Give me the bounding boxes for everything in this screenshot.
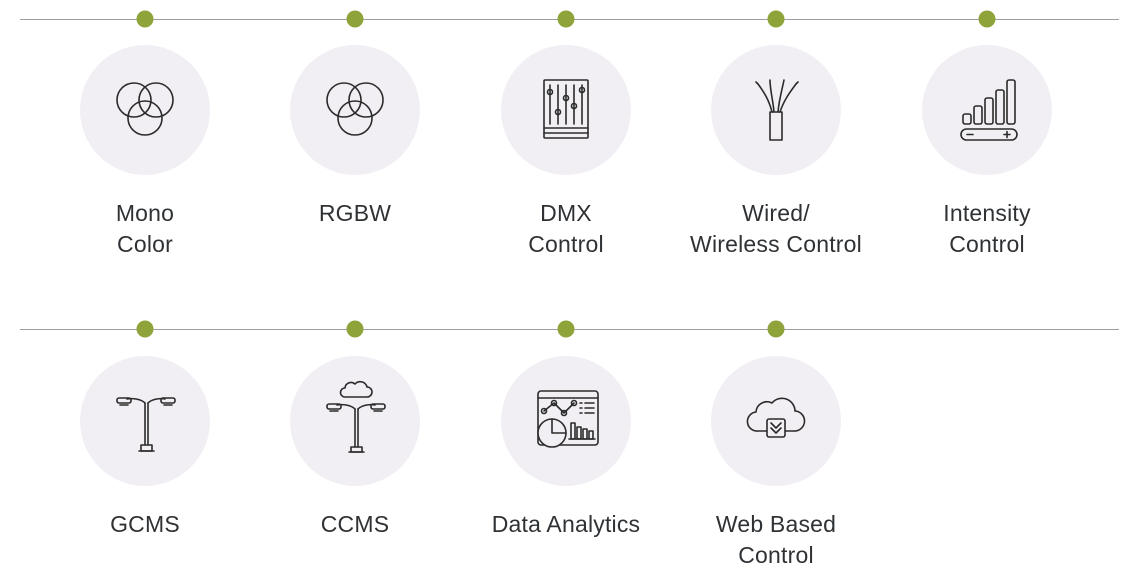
feature-label-line: Control [528, 231, 604, 257]
timeline-dot [346, 10, 364, 28]
feature-label-line: CCMS [320, 511, 390, 537]
signal-bars-icon [960, 79, 1018, 141]
feature-label-line: Mono [115, 200, 175, 226]
feature-label: Intensity Control [877, 198, 1097, 260]
feature-dmx-control: DMX Control [456, 45, 676, 260]
feature-intensity-control: Intensity Control [877, 45, 1097, 260]
overlapping-circles-icon [326, 82, 384, 136]
feature-icon-circle [80, 45, 210, 175]
feature-gcms: GCMS [35, 356, 255, 540]
feature-web-based-control: Web Based Control [666, 356, 886, 571]
feature-icon-circle [922, 45, 1052, 175]
feature-data-analytics: Data Analytics [456, 356, 676, 540]
feature-label: Data Analytics [456, 509, 676, 540]
feature-label-line: Web Based [715, 511, 837, 537]
feature-label-line: Control [738, 542, 814, 568]
timeline-dot [978, 10, 996, 28]
timeline-dot [767, 320, 785, 338]
cloud-download-icon [746, 397, 806, 438]
feature-label-line: Intensity [943, 200, 1031, 226]
feature-icon-circle [711, 356, 841, 486]
feature-rgbw: RGBW [245, 45, 465, 229]
overlapping-circles-icon [116, 82, 174, 136]
timeline-dot [767, 10, 785, 28]
feature-label: Mono Color [35, 198, 255, 260]
feature-label: Wired/ Wireless Control [666, 198, 886, 260]
timeline-dot [136, 320, 154, 338]
cable-wires-icon [755, 79, 799, 141]
feature-label: RGBW [245, 198, 465, 229]
cloud-street-lamp-icon [326, 380, 386, 453]
feature-label-line: Wireless Control [690, 231, 862, 257]
feature-label: GCMS [35, 509, 255, 540]
feature-label: Web Based Control [666, 509, 886, 571]
feature-icon-circle [290, 356, 420, 486]
feature-label-line: Control [949, 231, 1025, 257]
feature-label-line: RGBW [318, 200, 392, 226]
feature-label: CCMS [245, 509, 465, 540]
feature-icon-circle [290, 45, 420, 175]
street-lamp-icon [116, 397, 176, 452]
feature-wired-wireless-control: Wired/ Wireless Control [666, 45, 886, 260]
analytics-dashboard-icon [537, 390, 599, 448]
feature-label-line: Color [117, 231, 173, 257]
timeline-dot [557, 10, 575, 28]
feature-icon-circle [501, 356, 631, 486]
feature-mono-color: Mono Color [35, 45, 255, 260]
feature-label-line: Data Analytics [491, 511, 641, 537]
feature-label-line: Wired/ [742, 200, 810, 226]
feature-label-line: DMX [540, 200, 592, 226]
timeline-dot [557, 320, 575, 338]
feature-icon-circle [501, 45, 631, 175]
sliders-panel-icon [543, 79, 589, 139]
timeline-dot [346, 320, 364, 338]
feature-icon-circle [711, 45, 841, 175]
feature-icon-circle [80, 356, 210, 486]
timeline-dot [136, 10, 154, 28]
feature-label: DMX Control [456, 198, 676, 260]
feature-label-line: GCMS [110, 511, 180, 537]
feature-ccms: CCMS [245, 356, 465, 540]
